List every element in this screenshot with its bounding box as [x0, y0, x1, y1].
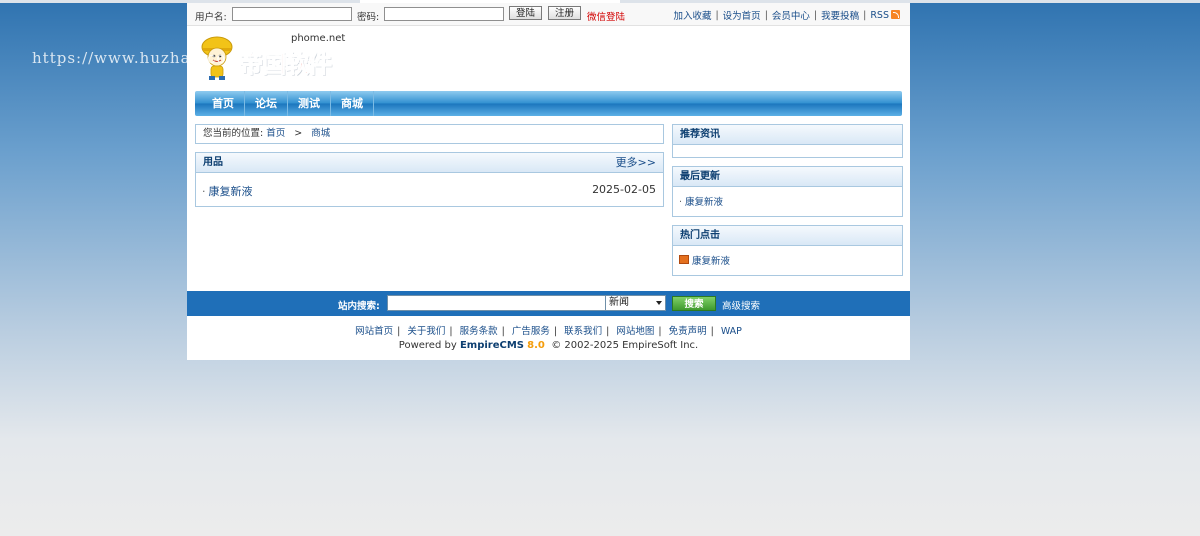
recommend-title: 推荐资讯: [673, 125, 902, 145]
nav-item-home[interactable]: 首页: [195, 91, 245, 116]
login-button[interactable]: 登陆: [509, 6, 542, 20]
list-box: 用品 更多>> · 康复新液 2025-02-05: [195, 152, 664, 207]
list-box-title[interactable]: 用品: [203, 157, 223, 168]
hot-bullet-icon: [679, 255, 689, 264]
search-category-value: 新闻: [609, 297, 629, 308]
list-item: · 康复新液 2025-02-05: [196, 173, 663, 207]
top-link-member[interactable]: 会员中心: [772, 8, 810, 22]
latest-title: 最后更新: [673, 167, 902, 187]
list-item: · 康复新液: [673, 187, 902, 208]
search-input[interactable]: [387, 295, 607, 311]
hot-item-link[interactable]: 康复新液: [692, 256, 730, 267]
logo-domain: phome.net: [291, 33, 346, 44]
breadcrumb: 您当前的位置: 首页 > 商城: [195, 124, 664, 144]
footer-link-ads[interactable]: 广告服务: [512, 326, 550, 337]
nav-item-forum[interactable]: 论坛: [245, 91, 288, 116]
password-input[interactable]: [384, 7, 504, 21]
bullet-icon: ·: [202, 185, 206, 198]
list-item: 康复新液: [673, 246, 902, 267]
cms-brand-link[interactable]: EmpireCMS: [460, 340, 524, 351]
powered-prefix: Powered by: [398, 340, 457, 351]
breadcrumb-separator: >: [294, 128, 303, 139]
footer-link-contact[interactable]: 联系我们: [564, 326, 602, 337]
top-link-favorite[interactable]: 加入收藏: [673, 8, 711, 22]
more-link[interactable]: 更多>>: [616, 153, 656, 172]
list-item-title[interactable]: 康复新液: [209, 185, 253, 198]
hot-box: 热门点击 康复新液: [672, 225, 903, 276]
latest-box: 最后更新 · 康复新液: [672, 166, 903, 217]
password-label: 密码:: [357, 12, 380, 23]
advanced-search-link[interactable]: 高级搜索: [722, 298, 760, 312]
bullet-icon: ·: [679, 197, 683, 208]
recommend-box: 推荐资讯: [672, 124, 903, 158]
breadcrumb-home[interactable]: 首页: [266, 128, 285, 139]
wechat-login-link[interactable]: 微信登陆: [587, 9, 625, 23]
breadcrumb-prefix: 您当前的位置:: [203, 128, 264, 139]
nav-item-test[interactable]: 测试: [288, 91, 331, 116]
chevron-down-icon: [656, 301, 662, 305]
site-search-bar: 站内搜索: 新闻 搜索 高级搜索: [187, 291, 910, 316]
register-button[interactable]: 注册: [548, 6, 581, 20]
rss-icon[interactable]: [891, 9, 900, 19]
copyright-text: © 2002-2025 EmpireSoft Inc.: [551, 340, 699, 351]
search-button[interactable]: 搜索: [672, 296, 716, 311]
top-link-rss[interactable]: RSS: [870, 10, 889, 21]
nav-item-shop[interactable]: 商城: [331, 91, 374, 116]
latest-item-link[interactable]: 康复新液: [685, 197, 723, 208]
top-link-submit[interactable]: 我要投稿: [821, 8, 859, 22]
list-item-date: 2025-02-05: [592, 183, 656, 196]
footer-link-disclaimer[interactable]: 免责声明: [669, 326, 707, 337]
username-input[interactable]: [232, 7, 352, 21]
hot-title: 热门点击: [673, 226, 902, 246]
footer-link-sitemap[interactable]: 网站地图: [616, 326, 654, 337]
search-category-select[interactable]: 新闻: [605, 295, 666, 311]
top-links: 加入收藏 | 设为首页 | 会员中心 | 我要投稿 | RSS: [673, 8, 900, 22]
main-nav: 首页 论坛 测试 商城: [195, 91, 902, 116]
footer-link-home[interactable]: 网站首页: [355, 326, 393, 337]
top-link-homepage[interactable]: 设为首页: [723, 8, 761, 22]
powered-by: Powered by EmpireCMS 8.0 © 2002-2025 Emp…: [187, 340, 910, 351]
footer-link-about[interactable]: 关于我们: [407, 326, 445, 337]
watermark-text: https://www.huzhan.com/ishop34101: [32, 49, 347, 67]
cms-version: 8.0: [527, 340, 545, 351]
breadcrumb-current[interactable]: 商城: [311, 128, 330, 139]
footer-link-wap[interactable]: WAP: [721, 326, 742, 337]
login-bar: 用户名: 密码: 登陆 注册 微信登陆 加入收藏 | 设为首页 | 会员中心 | 我要…: [187, 3, 910, 26]
footer-link-terms[interactable]: 服务条款: [460, 326, 498, 337]
footer-links: 网站首页 | 关于我们 | 服务条款 | 广告服务 | 联系我们 | 网站地图 | 免责声明…: [355, 326, 742, 337]
username-label: 用户名:: [195, 12, 227, 23]
search-label: 站内搜索:: [338, 301, 380, 312]
